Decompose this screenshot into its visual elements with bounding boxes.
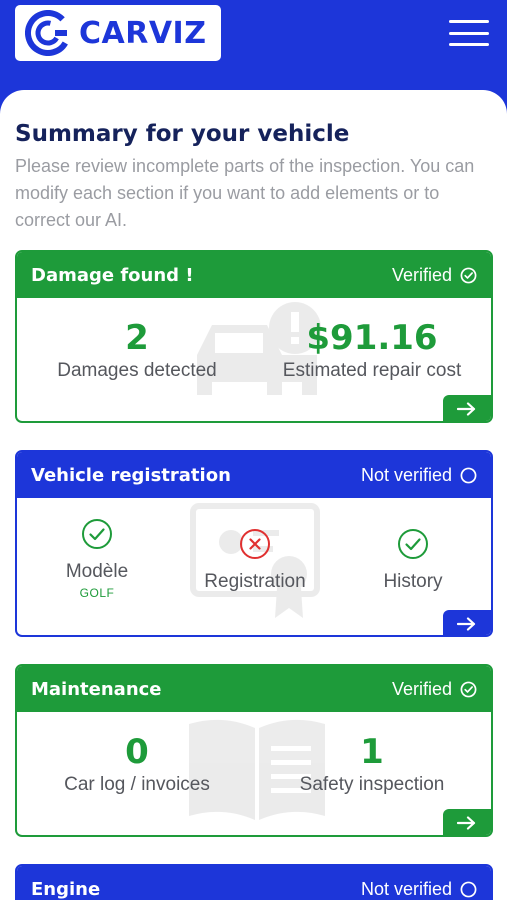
maintenance-card-status: Verified [392,679,477,700]
car-log-stat: 0 Car log / invoices [37,732,237,796]
registration-open-button[interactable] [443,610,491,635]
repair-cost-stat: $91.16 Estimated repair cost [267,318,477,382]
engine-card[interactable]: Engine Not verified [15,864,493,900]
arrow-right-icon [457,616,476,631]
arrow-right-icon [457,401,476,416]
damage-card-title: Damage found ! [31,264,194,286]
maintenance-card-body: 0 Car log / invoices 1 Safety inspection [17,712,491,835]
damage-open-button[interactable] [443,395,491,421]
maintenance-card[interactable]: Maintenance Verified 0 Car log / invoice… [15,664,493,837]
maintenance-card-title: Maintenance [31,678,162,700]
car-log-count: 0 [125,732,149,772]
top-bar: CARVIZ [0,0,507,100]
status-text: Not verified [360,878,452,899]
page-title: Summary for your vehicle [15,121,350,147]
damages-count: 2 [125,318,149,358]
status-text: Verified [391,678,452,699]
carviz-logo-icon [25,10,71,56]
carviz-logo[interactable]: CARVIZ [15,5,221,61]
repair-cost-label: Estimated repair cost [282,360,462,381]
registration-check[interactable]: Registration [175,528,335,593]
error-circle-icon [240,529,270,559]
engine-card-status: Not verified [361,879,477,900]
maintenance-open-button[interactable] [443,809,491,835]
safety-inspection-label: Safety inspection [299,774,445,795]
page-subtitle: Please review incomplete parts of the in… [15,156,475,230]
registration-card-status: Not verified [361,465,477,486]
model-check[interactable]: Modèle GOLF [17,518,177,600]
registration-card-body: Modèle GOLF Registration History [17,498,491,635]
safety-inspection-count: 1 [360,732,384,772]
repair-cost-value: $91.16 [306,318,438,358]
logo-text: CARVIZ [79,15,207,51]
safety-inspection-stat: 1 Safety inspection [267,732,477,796]
damage-card-status: Verified [392,265,477,286]
empty-circle-icon [460,467,477,483]
maintenance-card-header: Maintenance Verified [17,666,491,712]
damage-card-body: 2 Damages detected $91.16 Estimated repa… [17,298,491,421]
engine-card-header: Engine Not verified [17,866,491,900]
status-text: Verified [391,264,452,285]
damage-card-header: Damage found ! Verified [17,252,491,298]
check-circle-icon [398,529,428,559]
damages-label: Damages detected [57,360,217,381]
engine-card-title: Engine [31,878,101,900]
registration-card[interactable]: Vehicle registration Not verified Modèle… [15,450,493,637]
registration-card-header: Vehicle registration Not verified [17,452,491,498]
check-circle-icon [460,681,477,697]
check-circle-icon [460,267,477,283]
empty-circle-icon [460,881,477,897]
damage-card[interactable]: Damage found ! Verified 2 Damages detect… [15,250,493,423]
arrow-right-icon [457,815,476,830]
check-circle-icon [82,519,112,549]
model-label: Modèle [65,561,129,582]
registration-card-title: Vehicle registration [31,464,231,486]
registration-label: Registration [204,571,306,592]
model-value: GOLF [79,586,115,600]
status-text: Not verified [360,464,452,485]
car-log-label: Car log / invoices [64,774,210,795]
history-label: History [383,571,443,592]
hamburger-menu-icon[interactable] [449,18,489,48]
history-check[interactable]: History [333,528,491,593]
damages-stat: 2 Damages detected [37,318,237,382]
